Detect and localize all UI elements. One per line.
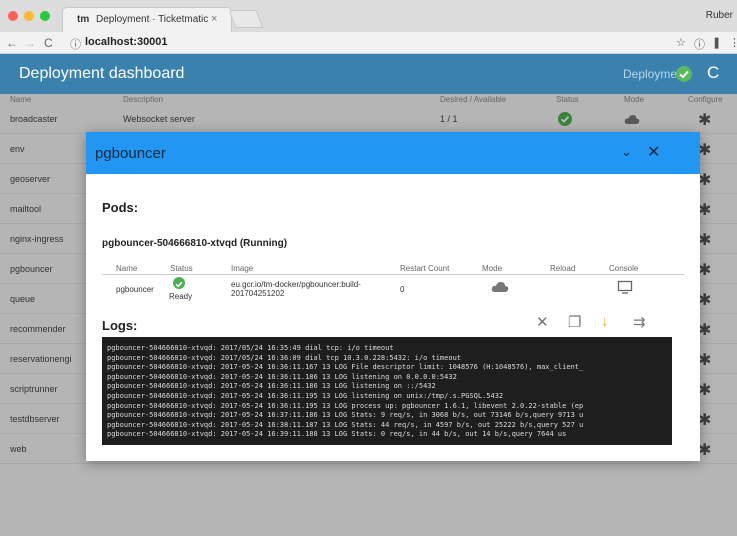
page-title: Deployment dashboard bbox=[19, 65, 185, 82]
cloud-icon[interactable] bbox=[491, 280, 509, 298]
bookmark-star-icon[interactable]: ☆ bbox=[676, 36, 686, 49]
pod-header-mode: Mode bbox=[482, 264, 503, 273]
pod-name: pgbouncer bbox=[116, 285, 154, 294]
log-line: pgbouncer-504666810-xtvqd: 2017-05-24 16… bbox=[107, 382, 436, 391]
wrap-lines-icon[interactable]: ⇉ bbox=[633, 313, 646, 331]
logs-heading: Logs: bbox=[102, 318, 138, 333]
log-line: pgbouncer-504666810-xtvqd: 2017/05/24 16… bbox=[107, 344, 394, 352]
pod-status: Ready bbox=[169, 292, 193, 301]
pod-header-status: Status bbox=[170, 264, 193, 273]
copy-logs-icon[interactable]: ❐ bbox=[568, 313, 581, 331]
pod-table-divider bbox=[102, 274, 684, 275]
close-window-button[interactable] bbox=[8, 11, 18, 21]
maximize-window-button[interactable] bbox=[40, 11, 50, 21]
url-field[interactable]: ⓘ localhost:30001 bbox=[70, 35, 660, 51]
url-text: localhost:30001 bbox=[85, 36, 168, 48]
pod-header-reload: Reload bbox=[550, 264, 576, 273]
pod-image-line2: 201704251202 bbox=[231, 289, 285, 298]
browser-window: tm Deployment · Ticketmatic × Ruber ← → … bbox=[0, 0, 737, 536]
pod-header-console: Console bbox=[609, 264, 639, 273]
pod-ready-icon bbox=[173, 277, 185, 289]
tab-strip: tm Deployment · Ticketmatic × Ruber bbox=[0, 0, 737, 32]
log-line: pgbouncer-504666810-xtvqd: 2017-05-24 16… bbox=[107, 372, 457, 381]
log-line: pgbouncer-504666810-xtvqd: 2017-05-24 16… bbox=[107, 363, 584, 372]
new-tab-button[interactable] bbox=[228, 10, 264, 28]
tab-close-icon[interactable]: × bbox=[211, 13, 217, 25]
log-line: pgbouncer-504666810-xtvqd: 2017-05-24 16… bbox=[107, 392, 504, 400]
extension-info-icon[interactable]: ⓘ bbox=[694, 36, 705, 52]
pod-restart-count: 0 bbox=[400, 285, 405, 294]
close-icon[interactable]: ✕ bbox=[647, 142, 660, 162]
refresh-icon[interactable]: C bbox=[707, 63, 719, 83]
log-line: pgbouncer-504666810-xtvqd: 2017-05-24 16… bbox=[107, 411, 584, 420]
pod-title: pgbouncer-504666810-xtvqd (Running) bbox=[102, 238, 288, 249]
address-bar: ← → C ⓘ localhost:30001 ☆ ⓘ ❚ ⋮ bbox=[0, 32, 737, 54]
minimize-window-button[interactable] bbox=[24, 11, 34, 21]
site-info-icon[interactable]: ⓘ bbox=[70, 36, 81, 52]
pods-heading: Pods: bbox=[102, 200, 139, 215]
forward-icon[interactable]: → bbox=[24, 36, 36, 50]
browser-menu-icon[interactable]: ⋮ bbox=[729, 36, 737, 49]
tab-deployment[interactable]: tm Deployment · Ticketmatic × bbox=[62, 7, 232, 32]
modal-title: pgbouncer bbox=[95, 145, 166, 162]
extension-icon[interactable]: ❚ bbox=[712, 36, 721, 49]
favicon-icon: tm bbox=[77, 14, 90, 25]
chevron-down-icon[interactable]: ⌄ bbox=[621, 144, 632, 160]
console-icon[interactable] bbox=[617, 280, 633, 299]
pod-header-restart: Restart Count bbox=[400, 264, 450, 273]
modal-header: pgbouncer ⌄ ✕ bbox=[86, 132, 700, 174]
log-line: pgbouncer-504666810-xtvqd: 2017/05/24 16… bbox=[107, 353, 462, 362]
tab-title: Deployment · Ticketmatic bbox=[96, 14, 209, 25]
log-line: pgbouncer-504666810-xtvqd: 2017-05-24 16… bbox=[107, 401, 584, 410]
profile-name[interactable]: Ruber bbox=[706, 10, 733, 21]
reload-icon[interactable]: C bbox=[44, 36, 53, 50]
pod-header-name: Name bbox=[116, 264, 138, 273]
log-line: pgbouncer-504666810-xtvqd: 2017-05-24 16… bbox=[107, 430, 567, 439]
back-icon[interactable]: ← bbox=[6, 36, 18, 50]
deployment-status-icon bbox=[676, 66, 692, 82]
clear-logs-icon[interactable]: ✕ bbox=[536, 313, 549, 331]
pod-modal: pgbouncer ⌄ ✕ Pods: pgbouncer-504666810-… bbox=[86, 132, 700, 461]
log-output[interactable]: pgbouncer-504666810-xtvqd: 2017/05/24 16… bbox=[102, 337, 672, 445]
scroll-down-icon[interactable]: ↓ bbox=[601, 313, 609, 330]
pod-image-line1: eu.gcr.io/tm-docker/pgbouncer:build- bbox=[231, 280, 361, 289]
log-line: pgbouncer-504666810-xtvqd: 2017-05-24 16… bbox=[107, 420, 584, 429]
app-header: Deployment dashboard Deployment: C bbox=[0, 54, 737, 94]
pod-header-image: Image bbox=[231, 264, 254, 273]
